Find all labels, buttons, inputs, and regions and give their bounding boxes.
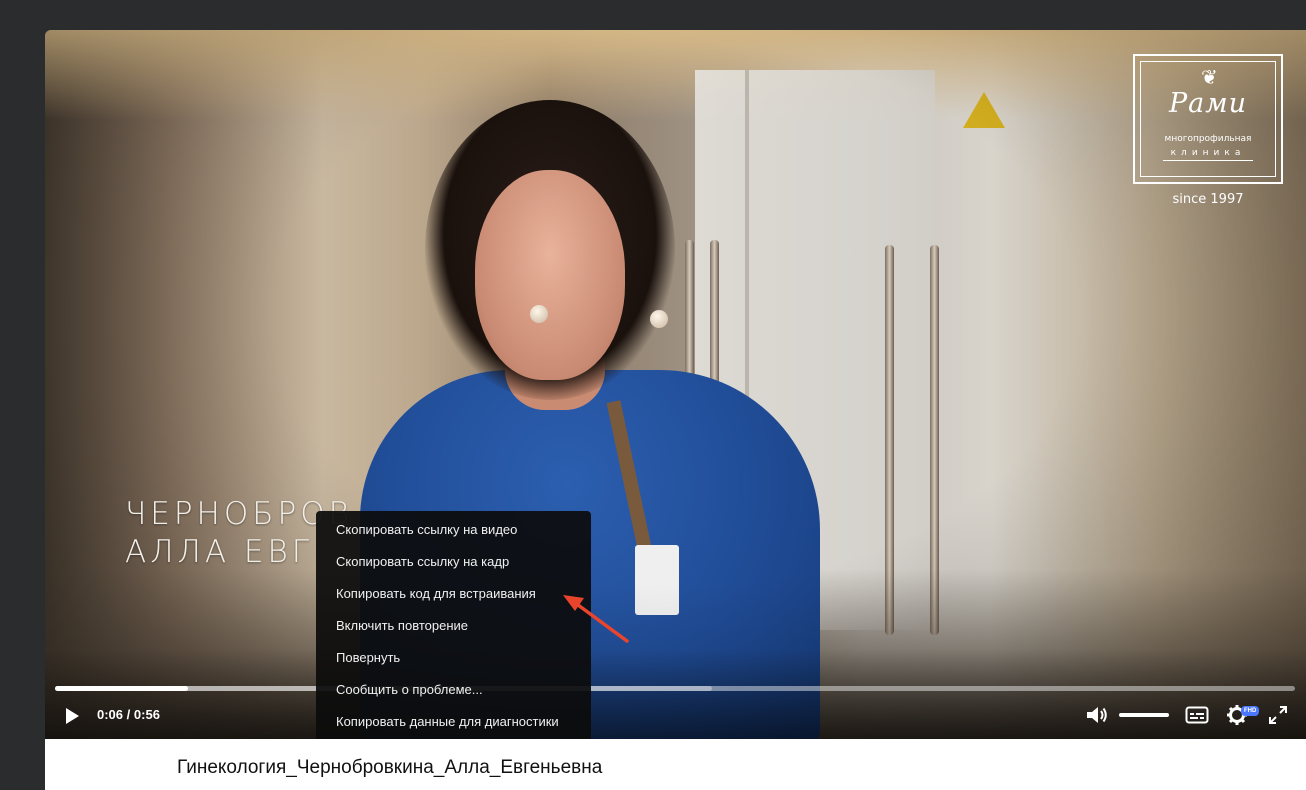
context-menu: Скопировать ссылку на видео Скопировать … [316, 511, 591, 739]
menu-item-enable-loop[interactable]: Включить повторение [316, 610, 591, 642]
menu-item-copy-diagnostics[interactable]: Копировать данные для диагностики [316, 706, 591, 738]
current-time: 0:06 [97, 707, 124, 722]
time-display: 0:06 / 0:56 [97, 707, 160, 722]
volume-icon[interactable] [1085, 704, 1109, 726]
play-icon[interactable] [62, 706, 82, 726]
progress-played [55, 686, 188, 691]
volume-slider[interactable] [1119, 713, 1169, 717]
video-frame[interactable]: ЧЕРНОБРОВ АЛЛА ЕВГ ❦ Рами многопрофильна… [45, 30, 1306, 739]
hummingbird-icon: ❦ [1201, 67, 1218, 89]
logo-since: since 1997 [1172, 192, 1244, 207]
logo-subtitle: многопрофильная [1164, 134, 1252, 144]
time-separator: / [126, 707, 131, 722]
menu-item-copy-frame-link[interactable]: Скопировать ссылку на кадр [316, 546, 591, 578]
video-info: Гинекология_Чернобровкина_Алла_Евгеньевн… [45, 739, 1306, 790]
logo-subtitle-2: клиника [1163, 148, 1253, 161]
vignette [45, 30, 1306, 739]
video-title: Гинекология_Чернобровкина_Алла_Евгеньевн… [177, 757, 603, 778]
menu-item-rotate[interactable]: Повернуть [316, 642, 591, 674]
logo-word: Рами [1168, 88, 1248, 119]
menu-item-copy-video-link[interactable]: Скопировать ссылку на видео [316, 514, 591, 546]
subtitles-icon[interactable] [1185, 705, 1209, 725]
progress-bar[interactable] [55, 686, 1295, 691]
video-player[interactable]: ЧЕРНОБРОВ АЛЛА ЕВГ ❦ Рами многопрофильна… [45, 30, 1306, 739]
menu-item-copy-embed-code[interactable]: Копировать код для встраивания [316, 578, 591, 610]
controls-gradient [45, 649, 1306, 739]
duration: 0:56 [133, 707, 160, 722]
menu-item-report-problem[interactable]: Сообщить о проблеме... [316, 674, 591, 706]
fullscreen-icon[interactable] [1267, 704, 1289, 726]
quality-badge: FHD [1241, 706, 1260, 716]
clinic-logo: ❦ Рами многопрофильная клиника [1133, 54, 1283, 184]
